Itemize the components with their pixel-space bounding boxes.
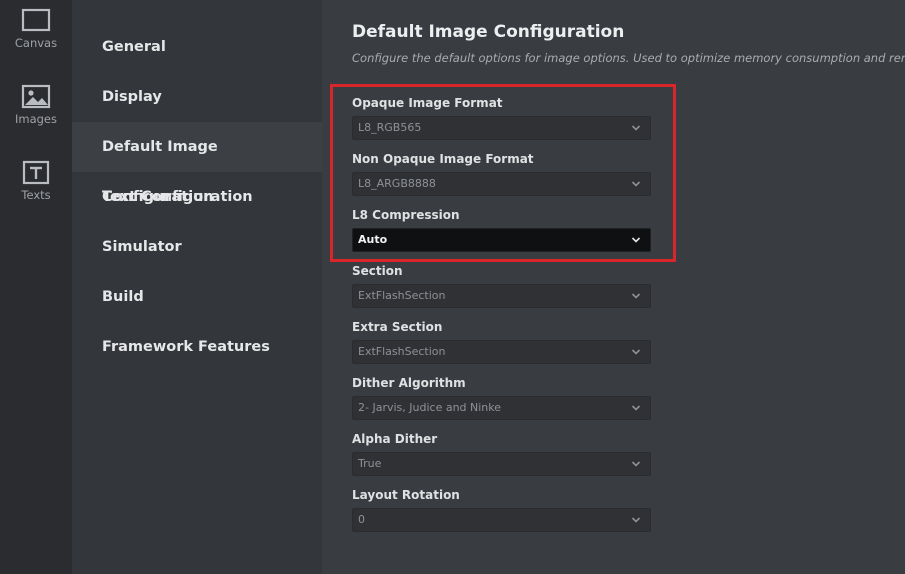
l8-compression-select[interactable]: Auto (352, 228, 651, 252)
canvas-icon (21, 8, 51, 32)
alpha-dither-label: Alpha Dither (352, 432, 438, 446)
extra-section-label: Extra Section (352, 320, 443, 334)
section-select[interactable]: ExtFlashSection (352, 284, 651, 308)
text-icon (22, 160, 50, 185)
nav-item-text-configuration[interactable]: Text Configuration (72, 172, 322, 222)
nav-item-build[interactable]: Build (72, 272, 322, 322)
alpha-dither-select[interactable]: True (352, 452, 651, 476)
opaque-image-format-select[interactable]: L8_RGB565 (352, 116, 651, 140)
chevron-down-icon (631, 461, 641, 467)
select-value: L8_ARGB8888 (358, 177, 436, 190)
chevron-down-icon (631, 181, 641, 187)
chevron-down-icon (631, 349, 641, 355)
chevron-down-icon (631, 125, 641, 131)
non-opaque-image-format-select[interactable]: L8_ARGB8888 (352, 172, 651, 196)
chevron-down-icon (631, 405, 641, 411)
page-title: Default Image Configuration (352, 22, 625, 42)
select-value: 2- Jarvis, Judice and Ninke (358, 401, 502, 414)
section-label: Section (352, 264, 403, 278)
settings-nav: General Display Default Image Configurat… (72, 0, 322, 574)
icon-rail: Canvas Images Texts (0, 0, 72, 574)
opaque-image-format-label: Opaque Image Format (352, 96, 503, 110)
rail-item-images[interactable]: Images (0, 84, 72, 126)
rail-item-label: Images (14, 112, 57, 126)
rail-item-canvas[interactable]: Canvas (0, 8, 72, 50)
dither-algorithm-select[interactable]: 2- Jarvis, Judice and Ninke (352, 396, 651, 420)
select-value: ExtFlashSection (358, 289, 446, 302)
nav-item-default-image-configuration[interactable]: Default Image Configuration (72, 122, 322, 205)
layout-rotation-label: Layout Rotation (352, 488, 460, 502)
select-value: 0 (358, 513, 365, 526)
rail-item-label: Canvas (14, 36, 58, 50)
select-value: ExtFlashSection (358, 345, 446, 358)
layout-rotation-select[interactable]: 0 (352, 508, 651, 532)
chevron-down-icon (631, 293, 641, 299)
nav-item-framework-features[interactable]: Framework Features (72, 322, 322, 372)
dither-algorithm-label: Dither Algorithm (352, 376, 466, 390)
image-icon (21, 84, 51, 109)
non-opaque-image-format-label: Non Opaque Image Format (352, 152, 534, 166)
rail-item-label: Texts (21, 188, 51, 202)
extra-section-select[interactable]: ExtFlashSection (352, 340, 651, 364)
page-subtitle: Configure the default options for image … (352, 51, 905, 65)
content-panel: Default Image Configuration Configure th… (322, 0, 905, 574)
select-value: True (358, 457, 382, 470)
nav-item-display[interactable]: Display (72, 72, 322, 122)
nav-item-general[interactable]: General (72, 22, 322, 72)
app-window: Canvas Images Texts General Display Defa… (0, 0, 905, 574)
select-value: L8_RGB565 (358, 121, 422, 134)
rail-item-texts[interactable]: Texts (0, 160, 72, 202)
select-value: Auto (358, 233, 388, 246)
chevron-down-icon (631, 237, 641, 243)
nav-item-simulator[interactable]: Simulator (72, 222, 322, 272)
l8-compression-label: L8 Compression (352, 208, 460, 222)
chevron-down-icon (631, 517, 641, 523)
